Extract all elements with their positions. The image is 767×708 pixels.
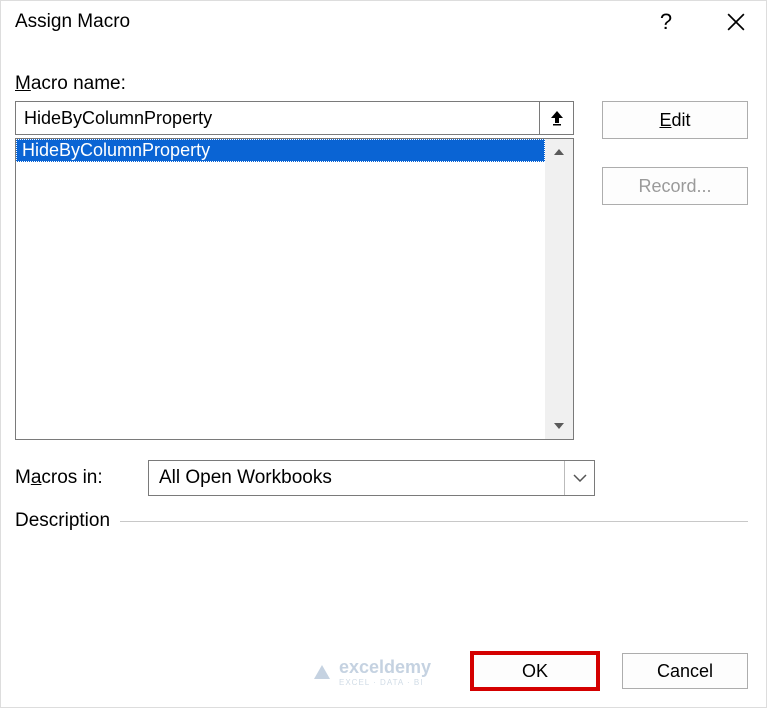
watermark-icon	[311, 661, 333, 683]
run-macro-button[interactable]	[540, 101, 574, 135]
scroll-down-button[interactable]	[545, 413, 573, 439]
record-button: Record...	[602, 167, 748, 205]
window-buttons: ?	[646, 4, 756, 40]
watermark-tagline: EXCEL · DATA · BI	[339, 678, 431, 687]
up-arrow-icon	[550, 110, 564, 126]
list-item[interactable]: HideByColumnProperty	[16, 139, 545, 162]
select-value: All Open Workbooks	[149, 467, 564, 489]
chevron-down-icon	[564, 461, 594, 495]
divider	[120, 521, 748, 522]
watermark: exceldemy EXCEL · DATA · BI	[311, 657, 431, 687]
macros-in-select[interactable]: All Open Workbooks	[148, 460, 595, 496]
macros-in-label: Macros in:	[15, 467, 130, 489]
close-button[interactable]	[716, 4, 756, 40]
titlebar: Assign Macro ?	[1, 1, 766, 43]
macro-name-label: Macro name:	[15, 73, 748, 95]
macro-name-input[interactable]	[15, 101, 540, 135]
close-icon	[727, 13, 745, 31]
cancel-button[interactable]: Cancel	[622, 653, 748, 689]
description-label: Description	[15, 510, 110, 532]
macro-listbox[interactable]: HideByColumnProperty	[15, 138, 574, 440]
scrollbar[interactable]	[545, 139, 573, 439]
edit-button[interactable]: Edit	[602, 101, 748, 139]
scroll-up-button[interactable]	[545, 139, 573, 165]
watermark-brand: exceldemy	[339, 657, 431, 677]
dialog-title: Assign Macro	[15, 11, 646, 33]
help-button[interactable]: ?	[646, 4, 686, 40]
ok-button[interactable]: OK	[472, 653, 598, 689]
